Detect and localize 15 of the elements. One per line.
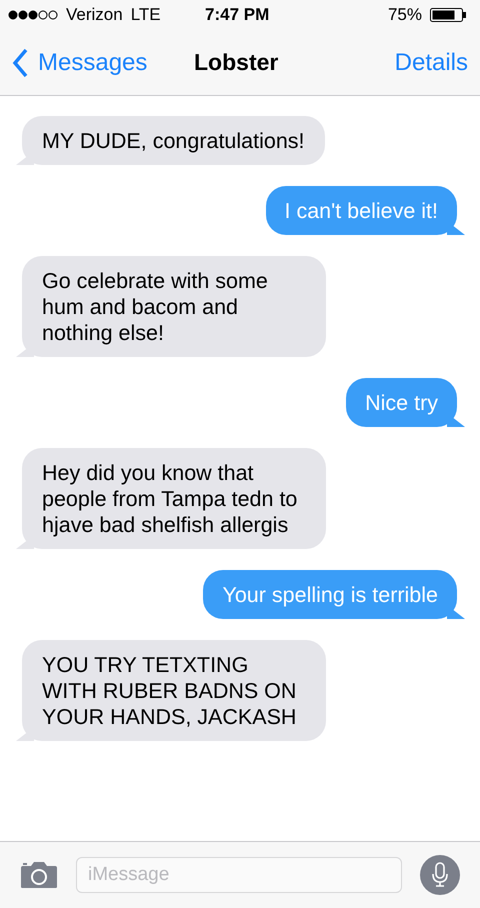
camera-icon [20, 861, 58, 889]
details-button[interactable]: Details [394, 48, 468, 76]
carrier-name: Verizon [66, 5, 123, 25]
battery-icon [430, 8, 466, 22]
battery-percent: 75% [388, 5, 422, 25]
signal-strength-icon [8, 10, 58, 20]
conversation-title: Lobster [194, 49, 278, 76]
microphone-icon [431, 862, 449, 888]
network-type: LTE [130, 5, 161, 25]
message-input-field[interactable]: iMessage [76, 857, 402, 893]
clock-time: 7:47 PM [205, 5, 270, 25]
microphone-button[interactable] [420, 855, 460, 895]
chevron-left-icon [12, 48, 28, 78]
back-button[interactable]: Messages [12, 48, 148, 78]
camera-button[interactable] [20, 861, 58, 889]
